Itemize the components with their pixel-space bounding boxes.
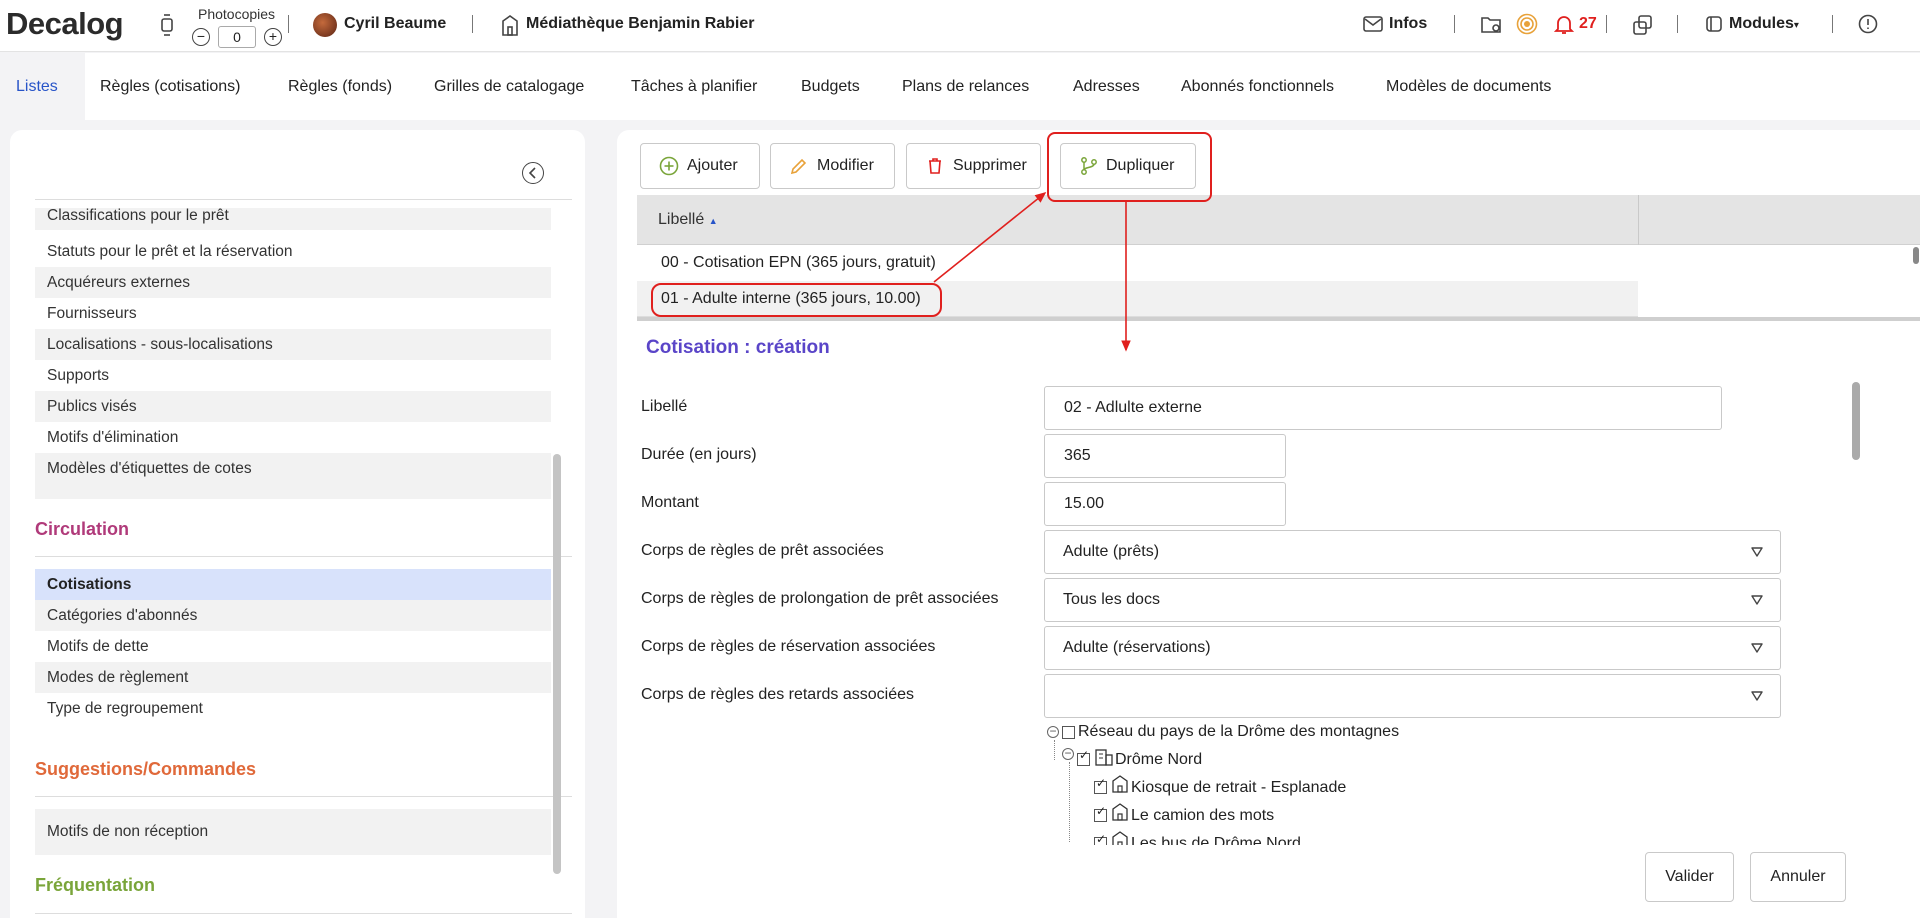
annotation-arrows [933, 191, 1131, 352]
arrow-row-to-duplicate [933, 191, 1047, 283]
